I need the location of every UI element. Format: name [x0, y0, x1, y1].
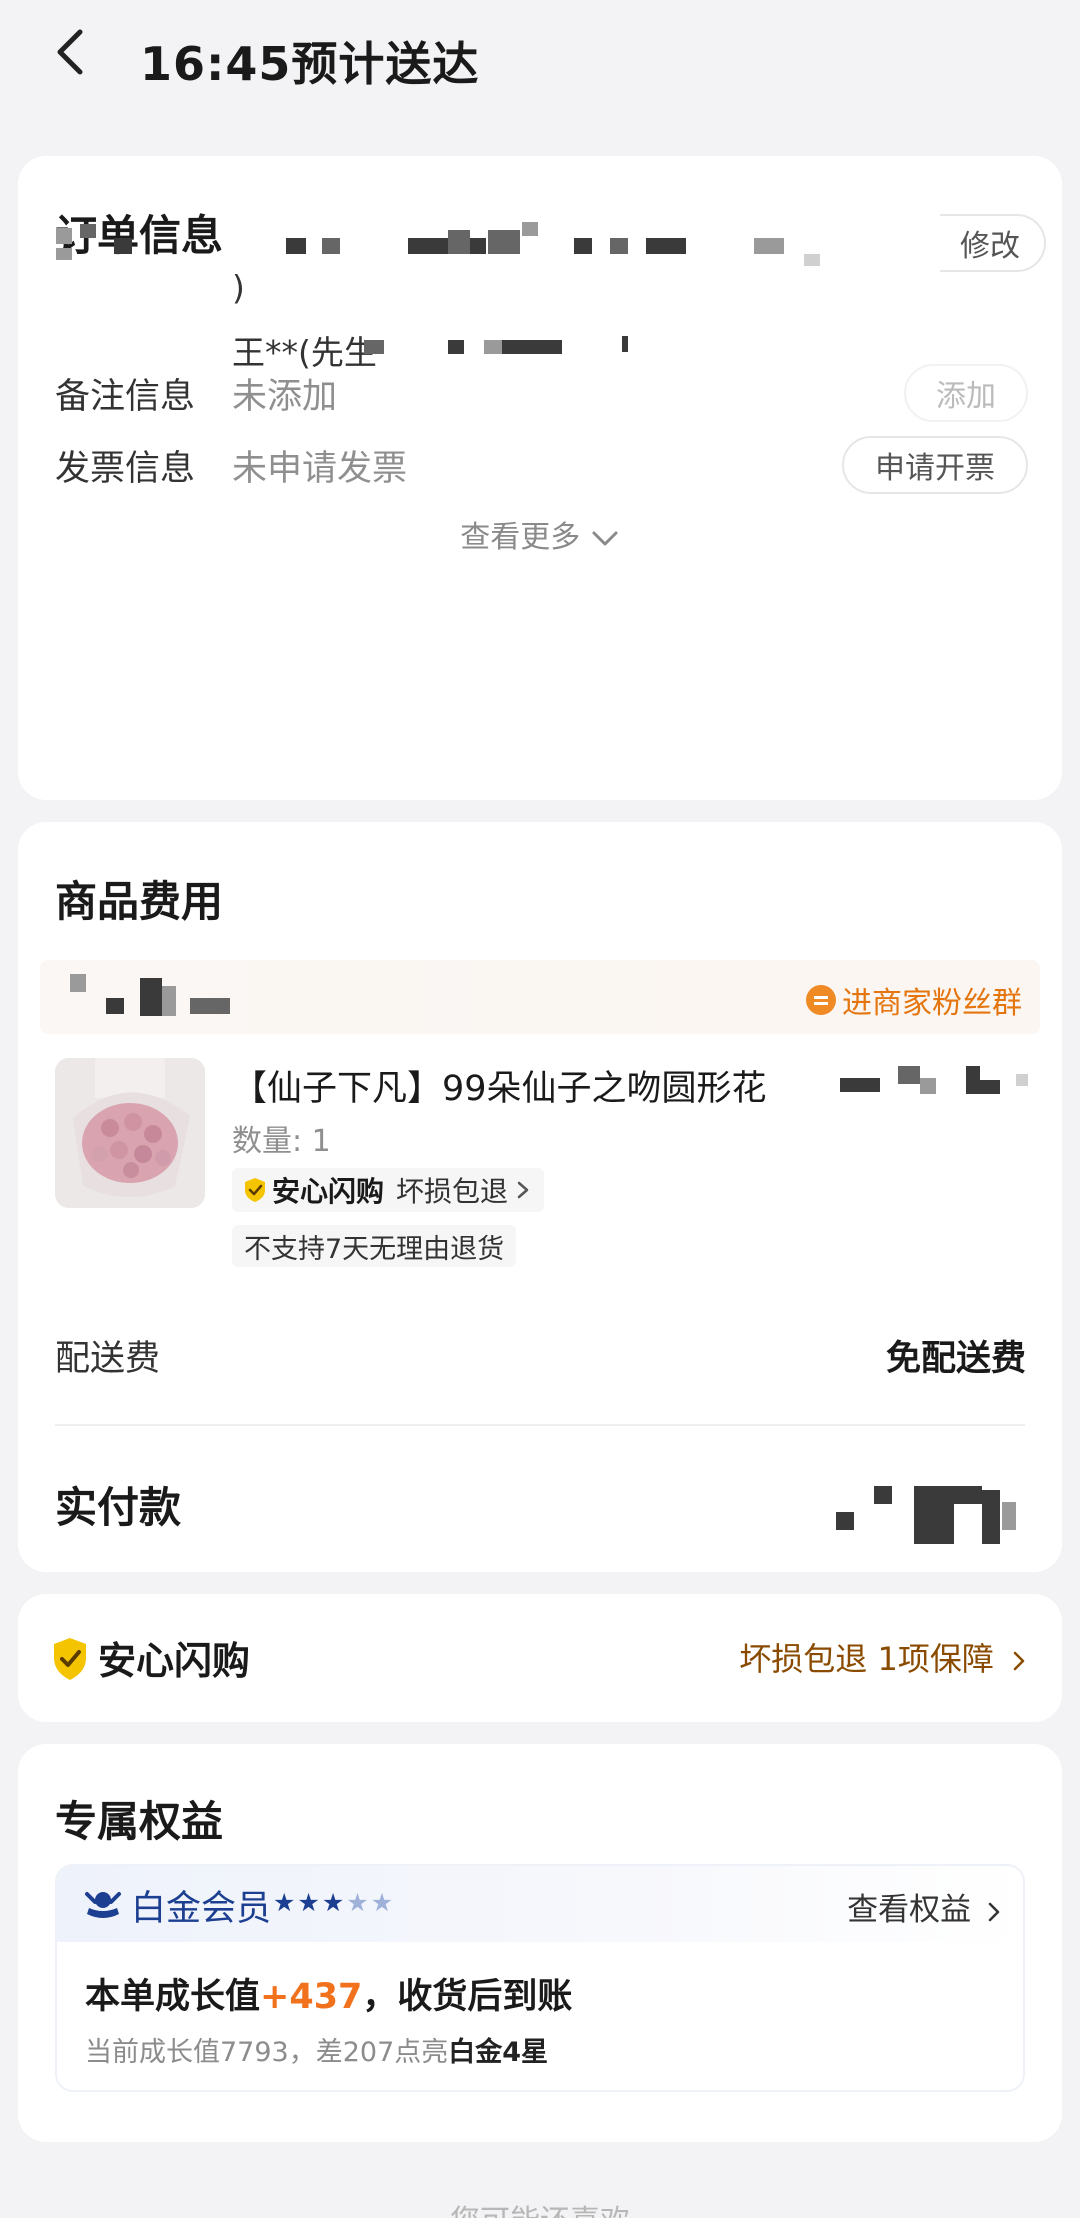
top-bar: 16:45预计送达: [0, 0, 1080, 118]
remark-label: 备注信息: [55, 377, 196, 417]
privileges-card: 专属权益 白金会员 ★★★★★ 查看权益 本单成长值+437，收货后到账 当前成…: [18, 1744, 1062, 2142]
member-header: 白金会员 ★★★★★ 查看权益: [57, 1866, 1023, 1942]
goods-fee-card: 商品费用 进商家粉丝群 【仙子下凡】99朵仙子之吻圆形花 数量: 1 安心闪购 …: [18, 822, 1062, 1572]
contact-name: 王**(先生: [232, 333, 377, 372]
member-level: 白金会员: [131, 1889, 272, 1929]
order-detail-page: 16:45预计送达 订单信息 ) 王**(先生 修改 备注信息 未添加 添加 发…: [0, 0, 1080, 2218]
flower-bouquet-image: [55, 1058, 205, 1208]
apply-invoice-button[interactable]: 申请开票: [842, 436, 1028, 494]
invoice-value: 未申请发票: [232, 449, 408, 489]
growth-current-line: 当前成长值7793，差207点亮白金4星: [85, 2030, 548, 2069]
delivery-fee-value: 免配送费: [885, 1339, 1026, 1379]
divider: [55, 1424, 1025, 1426]
privileges-title: 专属权益: [55, 1797, 224, 1846]
star-icon: ★: [273, 1888, 298, 1917]
store-bar[interactable]: 进商家粉丝群: [40, 960, 1040, 1034]
back-button[interactable]: [44, 18, 104, 86]
remark-value: 未添加: [232, 377, 338, 417]
product-name[interactable]: 【仙子下凡】99朵仙子之吻圆形花: [232, 1060, 767, 1111]
see-more-label: 查看更多: [460, 520, 581, 555]
assurance-card[interactable]: 安心闪购 坏损包退 1项保障: [18, 1594, 1062, 1722]
chevron-right-icon: [517, 1181, 529, 1199]
star-icon: ★: [370, 1888, 396, 1917]
view-privileges-link[interactable]: 查看权益: [847, 1884, 1003, 1929]
goods-fee-title: 商品费用: [55, 877, 224, 926]
address-line-2: ): [232, 268, 245, 307]
add-remark-button[interactable]: 添加: [904, 364, 1028, 422]
assurance-name: 安心闪购: [98, 1639, 251, 1683]
star-icon: ★: [321, 1888, 347, 1917]
chevron-left-icon: [57, 29, 83, 75]
growth-value: +437: [260, 1977, 363, 2017]
view-privileges-label: 查看权益: [847, 1892, 972, 1928]
fans-group-label: 进商家粉丝群: [842, 986, 1022, 1021]
paid-amount-label: 实付款: [55, 1483, 182, 1532]
fans-group-link[interactable]: 进商家粉丝群: [806, 978, 1022, 1022]
shield-check-icon: [54, 1638, 86, 1680]
member-box[interactable]: 白金会员 ★★★★★ 查看权益 本单成长值+437，收货后到账 当前成长值779…: [55, 1864, 1025, 2092]
assure-tag-label: 坏损包退: [396, 1175, 509, 1208]
growth-suffix: ，收货后到账: [362, 1977, 573, 2017]
star-icon: ★: [346, 1888, 371, 1917]
member-stars: ★★★★★: [273, 1888, 395, 1917]
product-image[interactable]: [55, 1058, 205, 1208]
chat-bubble-icon: [806, 985, 836, 1015]
recommend-title-peek: 您可能还喜欢: [0, 2196, 1080, 2218]
growth-value-line: 本单成长值+437，收货后到账: [85, 1968, 572, 2019]
invoice-label: 发票信息: [55, 449, 196, 489]
page-title: 16:45预计送达: [140, 37, 480, 91]
return-policy-tag: 不支持7天无理由退货: [232, 1225, 517, 1267]
growth-current: 当前成长值7793，差207点亮: [85, 2037, 449, 2068]
chevron-right-icon: [988, 1902, 1000, 1921]
modify-address-button[interactable]: 修改: [940, 214, 1046, 272]
assure-tag-brand: 安心闪购: [272, 1175, 385, 1208]
assure-tag[interactable]: 安心闪购 坏损包退: [232, 1168, 545, 1212]
assurance-detail: 坏损包退 1项保障: [739, 1640, 994, 1678]
star-icon: ★: [297, 1888, 322, 1917]
order-info-card: 订单信息 ) 王**(先生 修改 备注信息 未添加 添加 发票信息 未申请发票 …: [18, 156, 1062, 800]
shield-check-icon: [245, 1178, 265, 1202]
member-badge-icon: [85, 1892, 121, 1918]
product-quantity: 数量: 1: [232, 1124, 331, 1159]
chevron-right-icon: [1013, 1651, 1025, 1671]
delivery-fee-label: 配送费: [55, 1339, 161, 1379]
assurance-detail-link[interactable]: 坏损包退 1项保障: [739, 1634, 1028, 1680]
growth-prefix: 本单成长值: [85, 1977, 261, 2017]
see-more-link[interactable]: 查看更多: [18, 512, 1062, 556]
growth-target: 白金4星: [448, 2037, 549, 2068]
chevron-down-icon: [592, 531, 618, 545]
